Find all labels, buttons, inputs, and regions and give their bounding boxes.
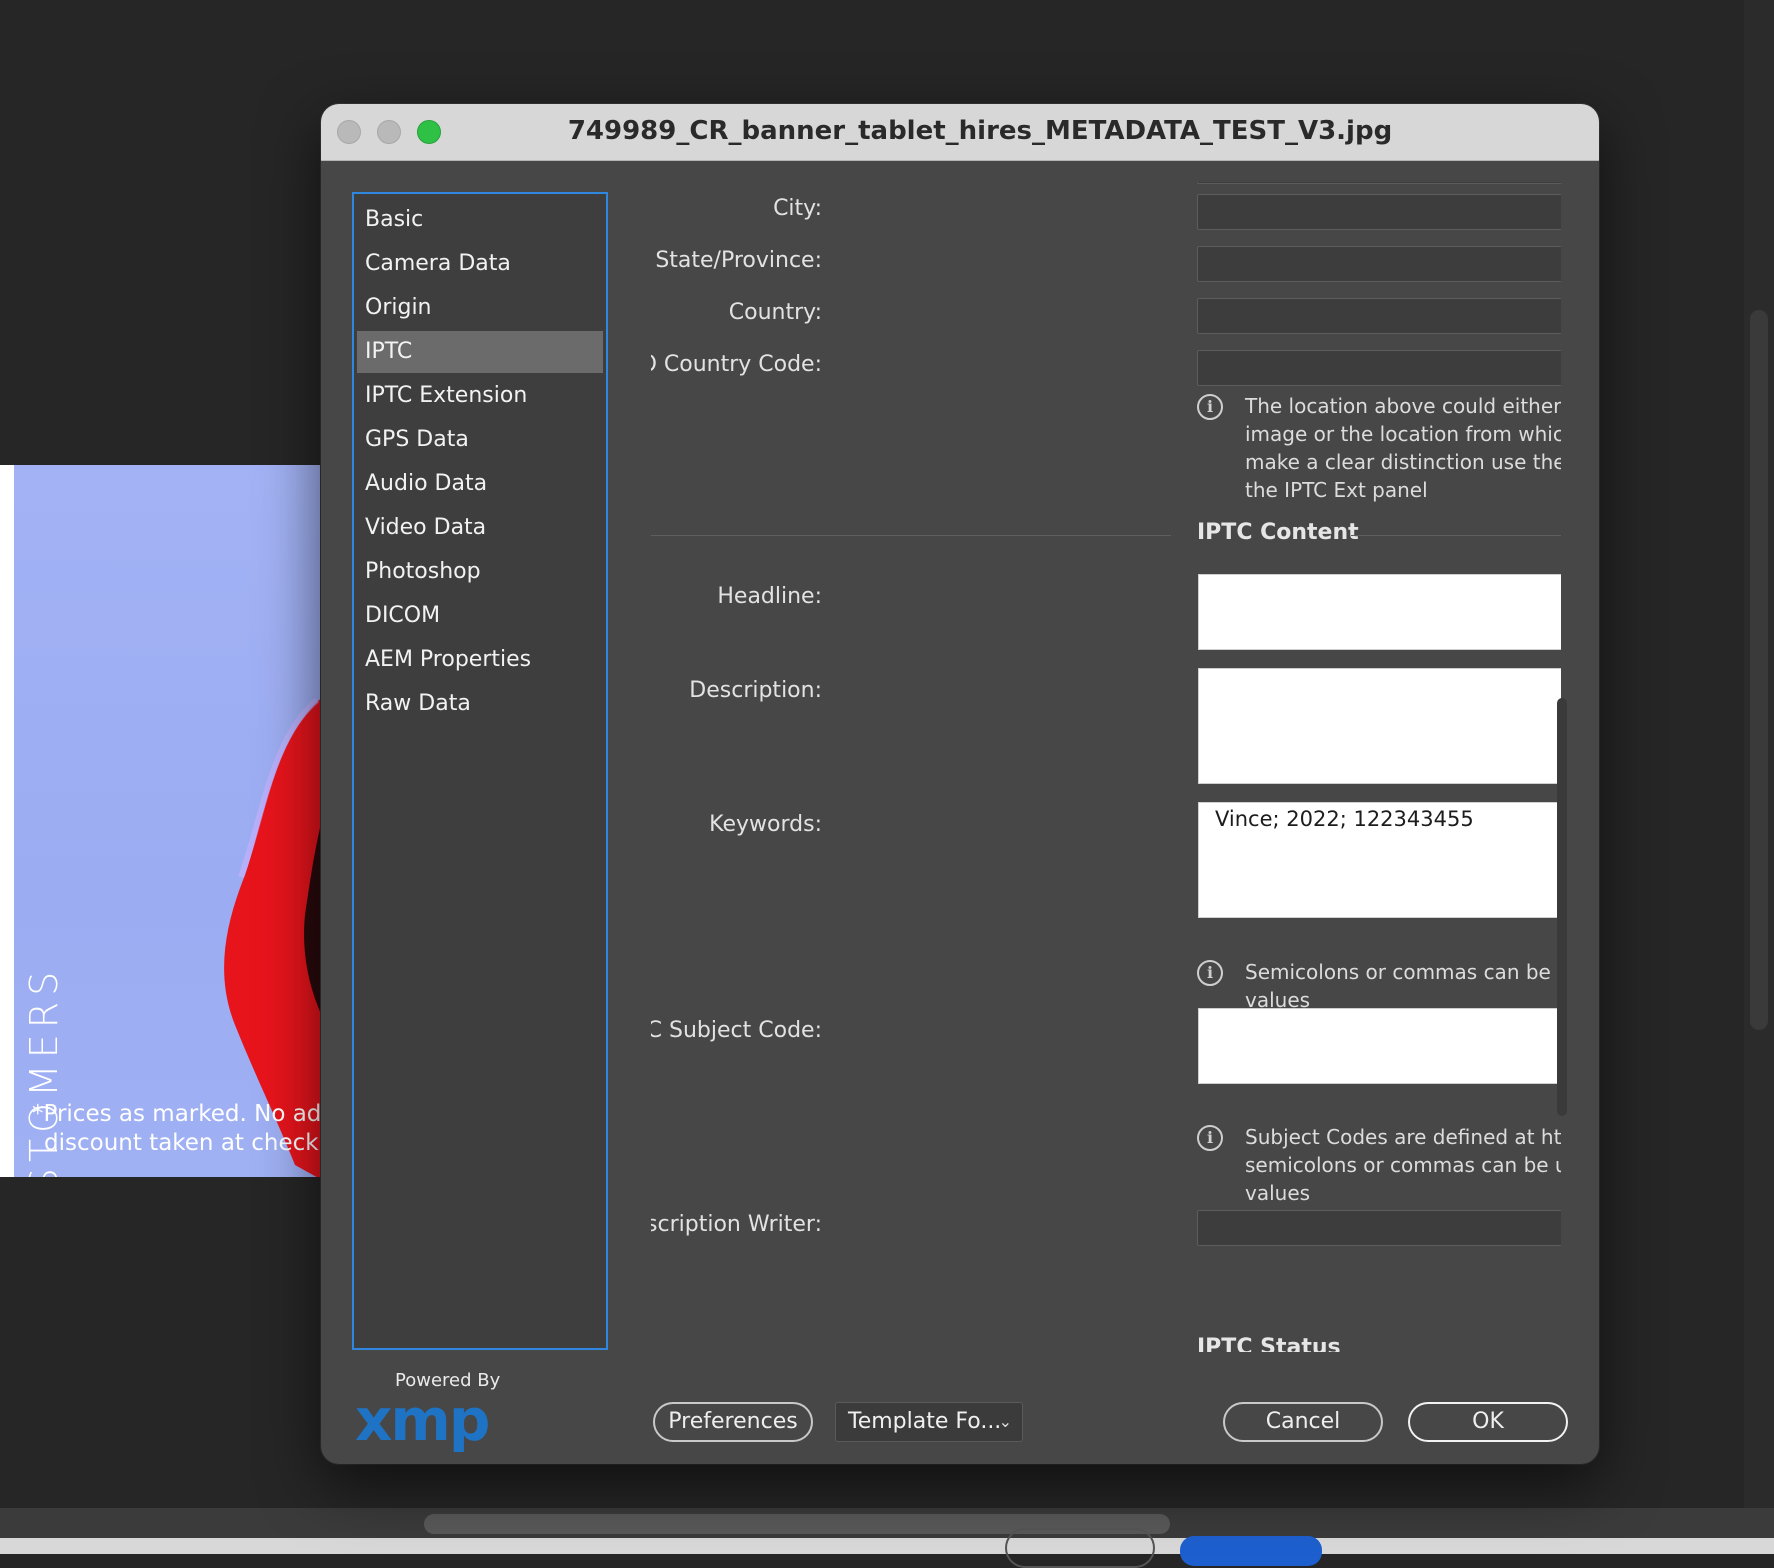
city-label: City: <box>773 196 822 221</box>
info-icon: i <box>1197 1125 1223 1151</box>
category-iptc-extension[interactable]: IPTC Extension <box>357 375 603 417</box>
content-scrollbar[interactable] <box>1557 698 1567 1116</box>
chevron-down-icon: ⌄ <box>998 1412 1012 1431</box>
description-label: Description: <box>689 678 822 703</box>
category-gps-data[interactable]: GPS Data <box>357 419 603 461</box>
description-writer-label: Description Writer: <box>651 1212 822 1237</box>
iso-country-code-field[interactable] <box>1197 350 1561 386</box>
section-divider <box>1351 535 1561 536</box>
template-folder-label: Template Fo... <box>848 1409 1002 1434</box>
canvas-vertical-scrollbar[interactable] <box>1744 0 1774 1510</box>
category-iptc[interactable]: IPTC <box>357 331 603 373</box>
keywords-field[interactable]: Vince; 2022; 122343455 <box>1198 802 1561 918</box>
category-camera-data[interactable]: Camera Data <box>357 243 603 285</box>
category-basic[interactable]: Basic <box>357 199 603 241</box>
iso-country-code-label: ISO Country Code: <box>651 352 822 377</box>
keywords-label: Keywords: <box>709 812 822 837</box>
iptc-subject-code-field[interactable] <box>1198 1008 1561 1084</box>
headline-field[interactable] <box>1198 574 1561 650</box>
file-info-dialog: 749989_CR_banner_tablet_hires_METADATA_T… <box>321 104 1599 1464</box>
iptc-status-heading: IPTC Status <box>1197 1335 1341 1352</box>
preferences-button[interactable]: Preferences <box>653 1402 813 1442</box>
iptc-content-heading: IPTC Content <box>1197 520 1359 545</box>
banner-fine-print-line2: discount taken at check <box>44 1130 319 1156</box>
canvas-vertical-scroll-thumb[interactable] <box>1750 310 1768 1030</box>
info-icon: i <box>1197 394 1223 420</box>
country-field[interactable] <box>1197 298 1561 334</box>
banner-white-strip <box>0 465 14 1177</box>
category-aem-properties[interactable]: AEM Properties <box>357 639 603 681</box>
keywords-info-text: Semicolons or commas can be used to sepa… <box>1245 960 1561 1012</box>
window-title: 749989_CR_banner_tablet_hires_METADATA_T… <box>567 116 1393 146</box>
category-raw-data[interactable]: Raw Data <box>357 683 603 725</box>
dialog-titlebar: 749989_CR_banner_tablet_hires_METADATA_T… <box>321 104 1599 161</box>
cancel-button[interactable]: Cancel <box>1223 1402 1383 1442</box>
bottom-toolbar-strip <box>0 1538 1774 1554</box>
iptc-content-pane[interactable]: City: State/Province: Country: ISO Count… <box>651 182 1561 1352</box>
bottom-toolbar-button[interactable] <box>1005 1528 1155 1568</box>
ok-button[interactable]: OK <box>1408 1402 1568 1442</box>
info-icon: i <box>1197 960 1223 986</box>
sublocation-field[interactable] <box>1197 182 1561 184</box>
category-list[interactable]: Basic Camera Data Origin IPTC IPTC Exten… <box>352 192 608 1350</box>
xmp-logo: xmp <box>355 1386 490 1454</box>
city-field[interactable] <box>1197 194 1561 230</box>
category-dicom[interactable]: DICOM <box>357 595 603 637</box>
template-folder-dropdown[interactable]: Template Fo... ⌄ <box>835 1402 1023 1442</box>
category-video-data[interactable]: Video Data <box>357 507 603 549</box>
headline-label: Headline: <box>717 584 822 609</box>
state-province-field[interactable] <box>1197 246 1561 282</box>
banner-fine-print-line1: *Prices as marked. No ad <box>32 1101 320 1127</box>
background-banner-image: FOR TOP CUSTOMERS *Prices as marked. No … <box>0 465 320 1177</box>
bottom-toolbar-primary-button[interactable] <box>1180 1536 1322 1566</box>
iptc-subject-code-label: IPTC Subject Code: <box>651 1018 822 1043</box>
category-origin[interactable]: Origin <box>357 287 603 329</box>
state-province-label: State/Province: <box>655 248 822 273</box>
description-field[interactable] <box>1198 668 1561 784</box>
location-info-text: The location above could either be the l… <box>1245 394 1561 502</box>
section-divider <box>651 535 1171 536</box>
subject-code-info-text: Subject Codes are defined at http://www.… <box>1245 1125 1561 1205</box>
category-photoshop[interactable]: Photoshop <box>357 551 603 593</box>
category-audio-data[interactable]: Audio Data <box>357 463 603 505</box>
banner-fine-print: *Prices as marked. No ad discount taken … <box>32 1100 320 1158</box>
country-label: Country: <box>728 300 822 325</box>
description-writer-field[interactable] <box>1197 1210 1561 1246</box>
